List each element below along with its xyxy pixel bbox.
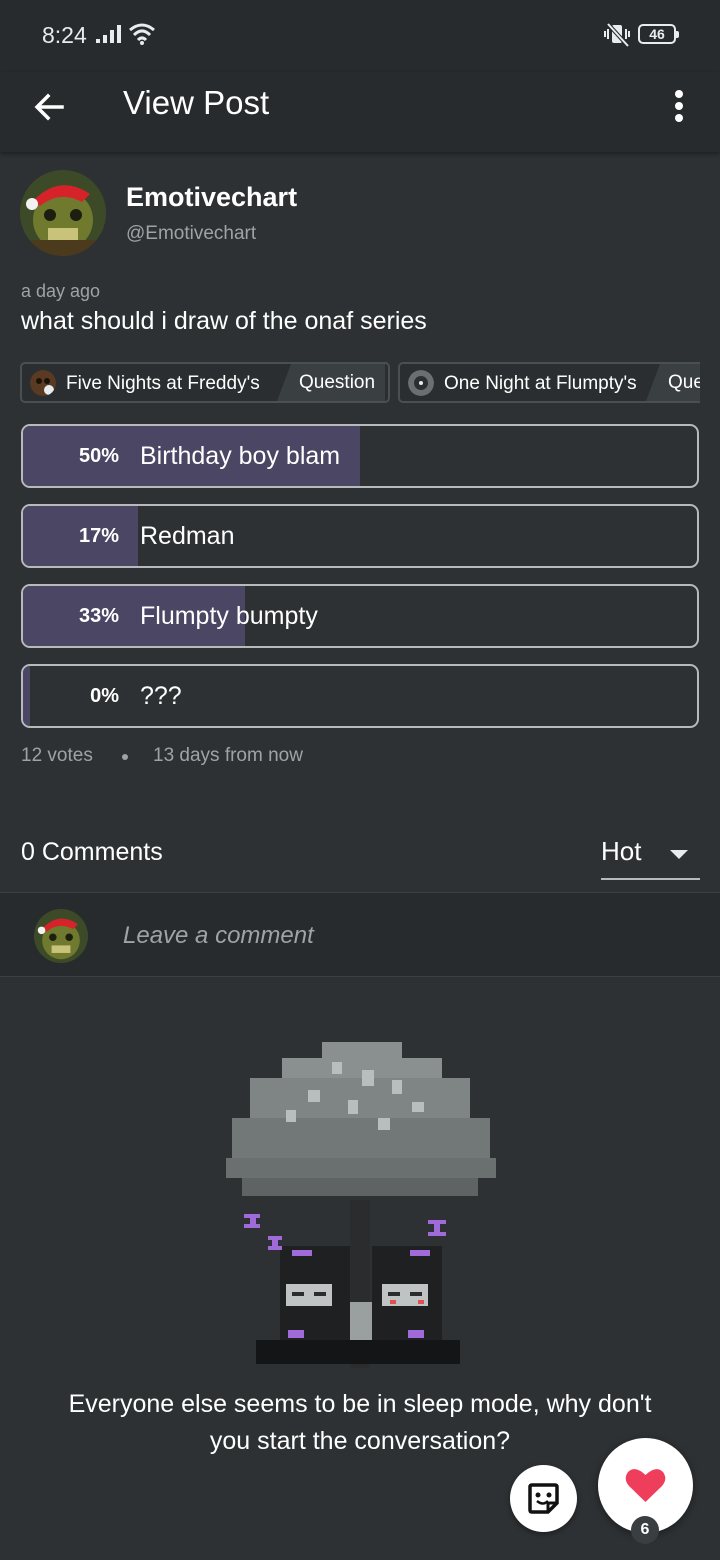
tag-category: Question [646,364,700,401]
sort-dropdown[interactable]: Hot [601,832,700,880]
page-title: View Post [123,84,270,121]
poll-percent: 50% [78,445,119,467]
post-title: what should i draw of the onaf series [21,307,427,335]
poll-end-time: 13 days from now [153,745,303,766]
author-avatar[interactable] [20,170,106,256]
tag-name: One Night at Flumpty's [444,373,637,394]
poll-percent: 17% [78,525,119,547]
poll-percent: 33% [78,605,119,627]
poll-option-label: Birthday boy blam [140,442,341,470]
sort-value: Hot [601,836,642,866]
tag-category: Question [277,364,386,401]
poll-option-label: Flumpty bumpty [140,602,318,630]
poll-option[interactable]: 50% Birthday boy blam [21,424,699,488]
sticker-icon [528,1483,559,1514]
dropdown-caret-icon [670,850,688,859]
tag-onaf[interactable]: One Night at Flumpty's Question [398,362,700,403]
tag-row: Five Nights at Freddy's Question One Nig… [20,362,700,404]
author-handle: @Emotivechart [126,223,257,244]
more-vert-icon[interactable] [664,86,694,126]
wifi-icon [129,23,155,45]
poll-option-label: Redman [140,522,235,550]
separator-dot [122,754,128,760]
sleeping-tree-illustration [226,1042,496,1368]
comment-composer [0,892,720,977]
comment-input[interactable] [123,921,683,951]
poll-option-label: ??? [140,682,182,710]
status-time: 8:24 [42,22,87,48]
poll-percent: 0% [90,685,119,707]
tag-fnaf[interactable]: Five Nights at Freddy's Question [20,362,390,403]
sticker-button[interactable] [510,1465,577,1532]
empty-comments-message: Everyone else seems to be in sleep mode,… [68,1390,652,1455]
tag-name: Five Nights at Freddy's [66,373,260,394]
community-icon [30,370,56,396]
like-count-badge: 6 [631,1516,659,1544]
status-bar: 8:24 46 [0,0,720,72]
post-timestamp: a day ago [21,281,101,301]
vibrate-icon [604,22,630,48]
poll-option[interactable]: 0% ??? [21,664,699,728]
community-icon [408,370,434,396]
author-name[interactable]: Emotivechart [126,182,297,213]
poll-option[interactable]: 33% Flumpty bumpty [21,584,699,648]
app-bar: View Post [0,72,720,152]
battery-icon: 46 [638,24,679,44]
comments-count: 0 Comments [21,838,163,866]
back-arrow-icon[interactable] [28,86,70,128]
user-avatar [34,909,88,963]
poll-votes: 12 votes [21,745,93,766]
poll-option[interactable]: 17% Redman [21,504,699,568]
signal-icon [96,25,121,43]
